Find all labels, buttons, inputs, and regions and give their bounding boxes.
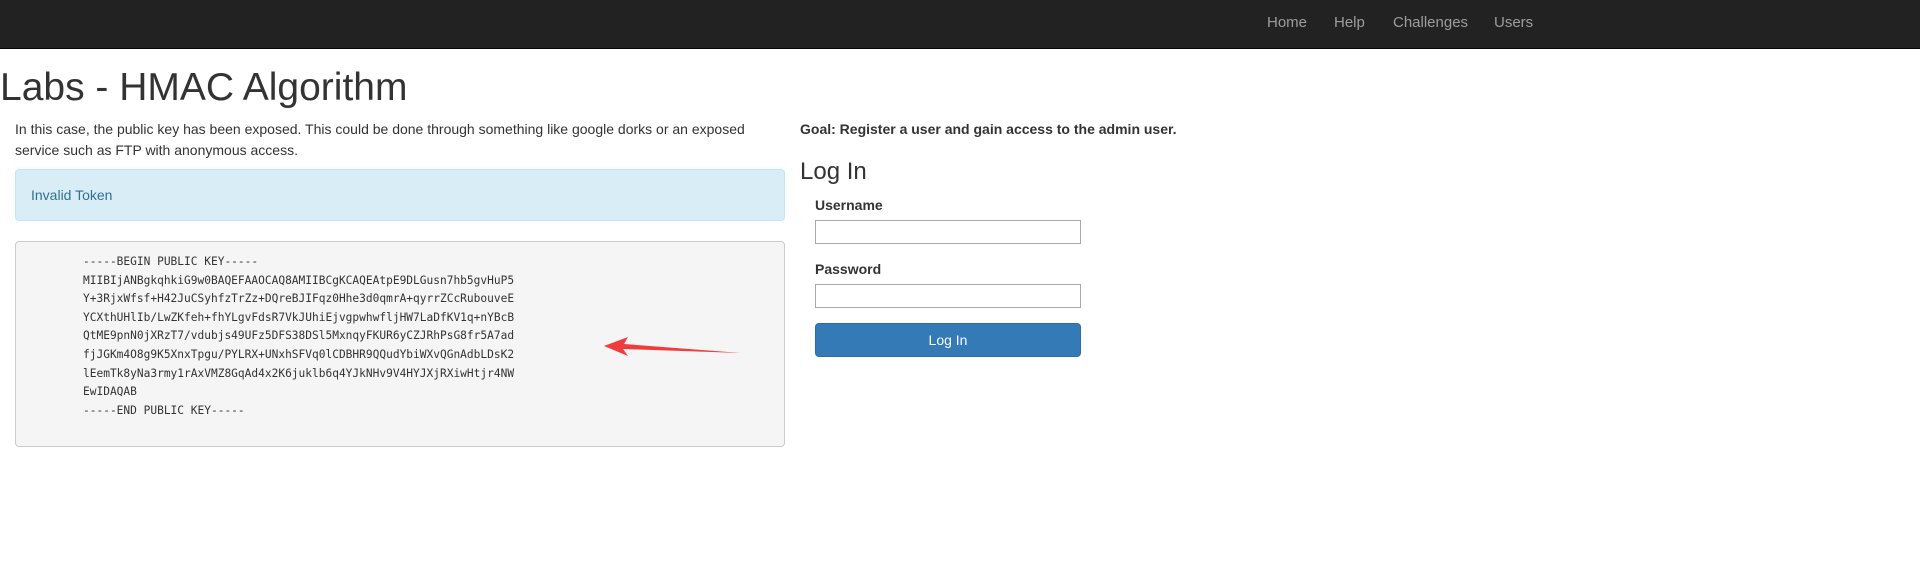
- username-label: Username: [815, 197, 883, 213]
- navbar: Home Help Challenges Users: [0, 0, 1920, 49]
- public-key-text: -----BEGIN PUBLIC KEY----- MIIBIjANBgkqh…: [83, 255, 515, 417]
- goal-text: Goal: Register a user and gain access to…: [800, 121, 1177, 137]
- login-button[interactable]: Log In: [815, 323, 1081, 357]
- nav-challenges-link[interactable]: Challenges: [1393, 0, 1468, 49]
- username-input[interactable]: [815, 220, 1081, 244]
- password-input[interactable]: [815, 284, 1081, 308]
- login-title: Log In: [800, 158, 867, 185]
- page-title: Labs - HMAC Algorithm: [0, 66, 408, 109]
- password-label: Password: [815, 261, 882, 277]
- nav-help-link[interactable]: Help: [1334, 0, 1365, 49]
- invalid-token-alert: Invalid Token: [15, 169, 785, 221]
- arrow-annotation-icon: [604, 337, 741, 356]
- nav-users-link[interactable]: Users: [1494, 0, 1533, 49]
- intro-text: In this case, the public key has been ex…: [15, 121, 745, 158]
- nav-home-link[interactable]: Home: [1267, 0, 1307, 49]
